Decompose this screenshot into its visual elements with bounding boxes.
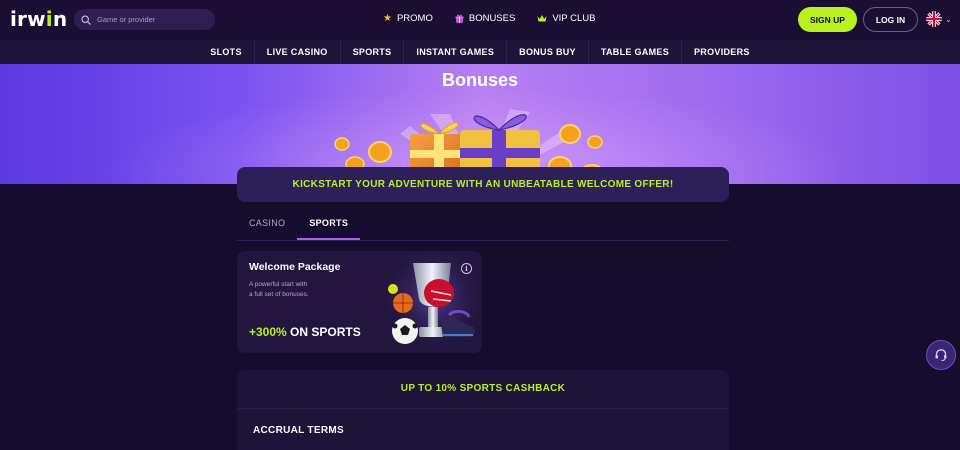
divider	[237, 408, 729, 409]
nav-bonuses-label: BONUSES	[468, 13, 516, 24]
nav-promo[interactable]: ★ PROMO	[383, 13, 433, 24]
category-nav: SLOTS LIVE CASINO SPORTS INSTANT GAMES B…	[0, 40, 960, 64]
cashback-title: UP TO 10% SPORTS CASHBACK	[400, 383, 566, 394]
tab-casino[interactable]: CASINO	[237, 210, 297, 240]
bonuses-hero-banner: Bonuses	[0, 64, 960, 184]
subnav-instant-games[interactable]: INSTANT GAMES	[403, 40, 506, 64]
nav-vip-label: VIP CLUB	[552, 13, 596, 24]
offer-percent: +300%	[249, 325, 287, 339]
card-description-line2: a full set of bonuses.	[249, 291, 309, 298]
subnav-live-casino[interactable]: LIVE CASINO	[253, 40, 340, 64]
card-offer: +300% ON SPORTS	[249, 325, 361, 339]
star-icon: ★	[383, 13, 392, 24]
search-icon	[81, 14, 91, 25]
search-input[interactable]	[97, 15, 207, 24]
sign-up-button[interactable]: SIGN UP	[798, 7, 857, 32]
info-icon[interactable]: i	[461, 263, 472, 274]
headset-icon	[935, 349, 947, 361]
welcome-offer-strip: KICKSTART YOUR ADVENTURE WITH AN UNBEATA…	[237, 167, 729, 202]
card-title: Welcome Package	[249, 261, 341, 273]
card-description-line1: A powerful start with	[249, 281, 308, 288]
subnav-bonus-buy[interactable]: BONUS BUY	[506, 40, 588, 64]
card-description: A powerful start with a full set of bonu…	[249, 280, 349, 300]
irwin-logo[interactable]: irwin	[10, 9, 67, 29]
subnav-sports[interactable]: SPORTS	[339, 40, 404, 64]
top-header: irwin ★ PROMO BONUSES VIP CLUB	[0, 0, 960, 40]
search-box[interactable]	[74, 9, 215, 30]
crown-icon	[537, 15, 547, 22]
sports-cashback-section: UP TO 10% SPORTS CASHBACK ACCRUAL TERMS	[237, 370, 729, 450]
uk-flag-icon	[926, 11, 942, 27]
log-in-button[interactable]: LOG IN	[863, 7, 918, 32]
accrual-terms-heading: ACCRUAL TERMS	[253, 425, 344, 436]
gift-icon	[455, 14, 464, 23]
bonus-tabs: CASINO SPORTS	[237, 210, 729, 241]
nav-vip-club[interactable]: VIP CLUB	[537, 13, 595, 24]
subnav-providers[interactable]: PROVIDERS	[681, 40, 762, 64]
nav-promo-label: PROMO	[396, 13, 433, 24]
language-selector[interactable]: ⌄	[926, 11, 952, 27]
nav-bonuses[interactable]: BONUSES	[455, 13, 515, 24]
top-nav: ★ PROMO BONUSES VIP CLUB	[383, 13, 595, 24]
chevron-down-icon: ⌄	[945, 14, 952, 24]
subnav-slots[interactable]: SLOTS	[198, 40, 254, 64]
offer-text: ON SPORTS	[286, 325, 361, 339]
page-title: Bonuses	[441, 70, 519, 90]
subnav-table-games[interactable]: TABLE GAMES	[587, 40, 681, 64]
tab-sports[interactable]: SPORTS	[297, 210, 361, 240]
support-chat-button[interactable]	[926, 340, 956, 370]
welcome-package-card[interactable]: Welcome Package A powerful start with a …	[237, 251, 482, 353]
